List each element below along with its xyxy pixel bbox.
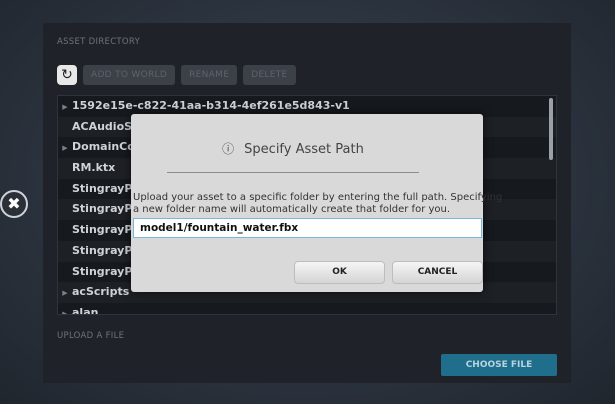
close-button[interactable]: ✖	[0, 190, 28, 218]
chevron-right-icon: ▶	[62, 103, 68, 111]
dialog-title: ⓘ Specify Asset Path	[167, 140, 419, 157]
divider	[167, 172, 419, 173]
specify-path-dialog: ⓘ Specify Asset Path Upload your asset to…	[131, 114, 502, 292]
choose-file-button[interactable]: CHOOSE FILE	[441, 354, 557, 376]
chevron-right-icon: ▶	[62, 289, 68, 298]
rename-button[interactable]: RENAME	[181, 65, 238, 85]
asset-directory-label: ASSET DIRECTORY	[57, 37, 141, 47]
dialog-title-text: Specify Asset Path	[244, 142, 364, 157]
scrollbar[interactable]	[549, 98, 553, 160]
cancel-button[interactable]: CANCEL	[392, 261, 483, 284]
chevron-right-icon: ▶	[62, 309, 68, 315]
dialog-message: Upload your asset to a specific folder b…	[133, 192, 503, 215]
asset-path-input[interactable]	[133, 218, 482, 238]
info-icon: ⓘ	[222, 142, 235, 156]
upload-label: UPLOAD A FILE	[57, 331, 125, 341]
add-to-world-button[interactable]: ADD TO WORLD	[83, 65, 176, 85]
list-item[interactable]: ▶ alan	[58, 303, 556, 315]
chevron-right-icon: ▶	[62, 144, 68, 153]
ok-button[interactable]: OK	[294, 261, 385, 284]
refresh-icon[interactable]: ↻	[57, 65, 77, 85]
delete-button[interactable]: DELETE	[243, 65, 296, 85]
toolbar: ↻ ADD TO WORLD RENAME DELETE	[57, 65, 296, 87]
